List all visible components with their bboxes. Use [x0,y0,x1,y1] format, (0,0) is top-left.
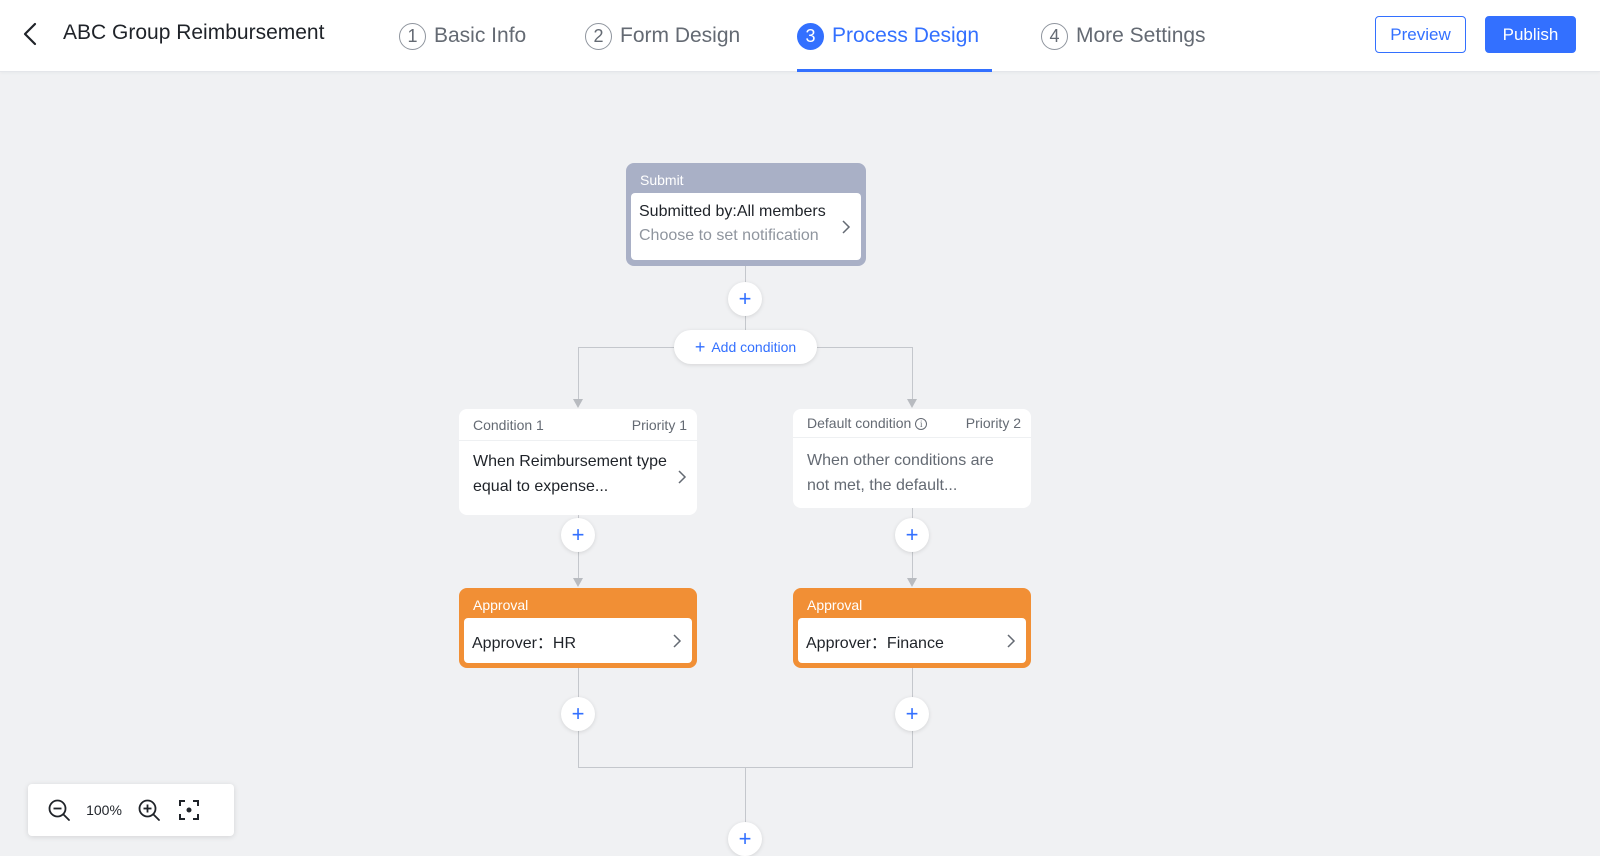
chevron-right-icon [673,633,682,648]
plus-icon: + [905,701,919,726]
condition-card-1[interactable]: Condition 1 Priority 1 When Reimbursemen… [459,409,697,515]
submit-node[interactable]: Submit Submitted by:All members Choose t… [626,163,866,266]
condition-priority: Priority 2 [965,415,1021,431]
condition-body: When Reimbursement type equal to expense… [459,441,697,499]
add-node-button[interactable]: + [728,282,762,316]
approval-node-hr[interactable]: Approval Approver：HR [459,588,697,668]
plus-icon: + [738,826,752,851]
approval-node-body[interactable]: Approver：HR [464,618,692,663]
zoom-out-icon [48,799,70,821]
condition-header: Default condition i Priority 2 [793,409,1031,438]
approver-text: Approver：Finance [806,634,944,652]
zoom-in-icon [138,799,160,821]
arrow-down-icon [573,399,583,408]
add-condition-button[interactable]: + Add condition [674,330,817,364]
plus-icon: + [905,522,919,547]
condition-priority: Priority 1 [631,416,687,433]
zoom-out-button[interactable] [46,797,72,823]
approval-node-body[interactable]: Approver：Finance [798,618,1026,663]
zoom-level: 100% [86,802,122,818]
chevron-left-icon [23,22,37,46]
approval-node-finance[interactable]: Approval Approver：Finance [793,588,1031,668]
add-node-button[interactable]: + [561,518,595,552]
chevron-right-icon [1007,633,1016,648]
tab-process-design[interactable]: 3 Process Design [797,19,979,53]
notification-text: Choose to set notification [639,227,819,244]
step-label: Process Design [832,24,980,47]
submit-node-body[interactable]: Submitted by:All members Choose to set n… [631,193,861,260]
top-bar: ABC Group Reimbursement 1 Basic Info 2 F… [0,0,1600,72]
condition-text: When Reimbursement type equal to expense… [473,453,667,495]
condition-card-default[interactable]: Default condition i Priority 2 When other… [793,409,1031,508]
condition-body: When other conditions are not met, the d… [793,438,1031,498]
add-node-button[interactable]: + [561,697,595,731]
info-icon[interactable]: i [915,418,928,431]
add-condition-label: Add condition [711,339,797,355]
connector-line [578,347,674,348]
tab-more-settings[interactable]: 4 More Settings [1041,19,1206,53]
fit-screen-button[interactable] [176,797,202,823]
submitter-text: Submitted by:All members [639,203,826,220]
zoom-toolbar: 100% [28,784,234,836]
publish-button[interactable]: Publish [1485,16,1576,53]
condition-header: Condition 1 Priority 1 [459,409,697,441]
node-header: Submit [640,172,684,188]
add-node-button[interactable]: + [895,518,929,552]
step-label: More Settings [1076,24,1206,47]
chevron-right-icon [678,470,687,484]
step-label: Basic Info [434,24,527,47]
step-number: 1 [399,22,426,50]
tab-form-design[interactable]: 2 Form Design [585,19,740,53]
condition-name: Default condition [807,415,912,431]
approver-text: Approver：HR [472,634,577,652]
plus-icon: + [738,286,752,311]
step-number: 3 [797,22,824,50]
plus-icon: + [694,337,706,357]
form-title: ABC Group Reimbursement [63,21,325,44]
active-tab-indicator [797,69,992,72]
preview-button[interactable]: Preview [1375,16,1466,53]
plus-icon: + [571,701,585,726]
fit-screen-icon [179,800,199,820]
step-label: Form Design [620,24,741,47]
plus-icon: + [571,522,585,547]
arrow-down-icon [573,578,583,587]
add-node-button[interactable]: + [728,822,762,856]
step-number: 4 [1041,22,1068,50]
connector-line [578,347,579,401]
step-number: 2 [585,22,612,50]
connector-line [912,347,913,401]
zoom-in-button[interactable] [136,797,162,823]
add-node-button[interactable]: + [895,697,929,731]
arrow-down-icon [907,578,917,587]
condition-name: Condition 1 [473,416,544,433]
node-header: Approval [473,597,529,613]
back-button[interactable] [14,16,46,52]
arrow-down-icon [907,399,917,408]
node-header: Approval [807,597,863,613]
tab-basic-info[interactable]: 1 Basic Info [399,19,526,53]
condition-text: When other conditions are not met, the d… [807,452,994,494]
connector-line [817,347,913,348]
chevron-right-icon [842,219,851,234]
